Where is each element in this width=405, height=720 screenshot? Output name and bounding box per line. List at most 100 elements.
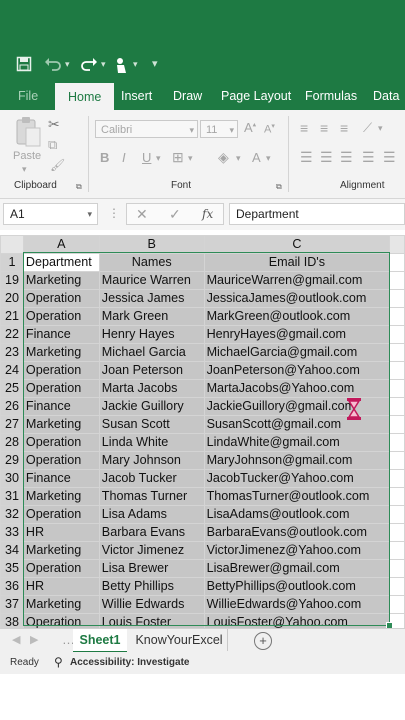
- format-painter-icon[interactable]: 🖌: [50, 158, 65, 172]
- cell-email[interactable]: MaryJohnson@gmail.com: [203, 451, 391, 470]
- cell-department[interactable]: Operation: [22, 361, 100, 380]
- font-color-icon[interactable]: A: [252, 150, 261, 165]
- cell-department[interactable]: Operation: [22, 505, 100, 524]
- cell-department[interactable]: HR: [22, 577, 100, 596]
- empty-cell[interactable]: [389, 487, 405, 506]
- empty-cell[interactable]: [389, 325, 405, 344]
- fill-color-dropdown-icon[interactable]: ▾: [236, 153, 241, 164]
- row-header[interactable]: 36: [0, 577, 24, 596]
- cell-department[interactable]: Marketing: [22, 541, 100, 560]
- cell-email[interactable]: MarkGreen@outlook.com: [203, 307, 391, 326]
- cell-email[interactable]: JoanPeterson@Yahoo.com: [203, 361, 391, 380]
- cell-name[interactable]: Jackie Guillory: [98, 397, 205, 416]
- row-header[interactable]: 30: [0, 469, 24, 488]
- cell-department[interactable]: Operation: [22, 289, 100, 308]
- cell-email[interactable]: MichaelGarcia@gmail.com: [203, 343, 391, 362]
- empty-cell[interactable]: [389, 253, 405, 272]
- cell-department[interactable]: Finance: [22, 325, 100, 344]
- cell-email[interactable]: JessicaJames@outlook.com: [203, 289, 391, 308]
- tab-draw[interactable]: Draw: [173, 82, 202, 110]
- empty-cell[interactable]: [389, 415, 405, 434]
- font-launcher-icon[interactable]: ⧉: [276, 182, 282, 192]
- empty-cell[interactable]: [389, 307, 405, 326]
- cell-email[interactable]: BarbaraEvans@outlook.com: [203, 523, 391, 542]
- row-header[interactable]: 22: [0, 325, 24, 344]
- cell-department[interactable]: HR: [22, 523, 100, 542]
- cell-department[interactable]: Operation: [22, 433, 100, 452]
- cell-email[interactable]: HenryHayes@gmail.com: [203, 325, 391, 344]
- cell-email[interactable]: VictorJimenez@Yahoo.com: [203, 541, 391, 560]
- touch-dropdown-icon[interactable]: ▾: [133, 59, 138, 70]
- select-all-corner[interactable]: [0, 235, 24, 254]
- decrease-font-size-icon[interactable]: A▾: [264, 122, 275, 136]
- cut-icon[interactable]: ✂: [48, 116, 60, 133]
- row-header[interactable]: 28: [0, 433, 24, 452]
- next-sheet-icon[interactable]: ▶: [30, 633, 38, 646]
- cell-name[interactable]: Henry Hayes: [98, 325, 205, 344]
- accessibility-status[interactable]: Accessibility: Investigate: [70, 657, 190, 668]
- empty-cell[interactable]: [389, 595, 405, 614]
- row-header[interactable]: 21: [0, 307, 24, 326]
- cell-department[interactable]: Finance: [22, 397, 100, 416]
- cell-department[interactable]: Operation: [22, 451, 100, 470]
- customize-icon[interactable]: ▾: [152, 57, 158, 70]
- header-cell-email[interactable]: Email ID's: [203, 253, 391, 272]
- header-cell-department[interactable]: Department: [22, 253, 100, 272]
- row-header[interactable]: 19: [0, 271, 24, 290]
- cell-name[interactable]: Jessica James: [98, 289, 205, 308]
- cell-email[interactable]: MartaJacobs@Yahoo.com: [203, 379, 391, 398]
- column-header-a[interactable]: A: [22, 235, 100, 254]
- enter-icon[interactable]: ✓: [169, 204, 181, 224]
- cancel-icon[interactable]: ✕: [136, 204, 148, 224]
- cell-email[interactable]: LindaWhite@gmail.com: [203, 433, 391, 452]
- cell-department[interactable]: Marketing: [22, 343, 100, 362]
- cell-name[interactable]: Barbara Evans: [98, 523, 205, 542]
- row-header[interactable]: 20: [0, 289, 24, 308]
- empty-cell[interactable]: [389, 523, 405, 542]
- align-middle-icon[interactable]: ≡: [320, 120, 328, 136]
- cell-department[interactable]: Finance: [22, 469, 100, 488]
- row-header[interactable]: 26: [0, 397, 24, 416]
- paste-icon[interactable]: [14, 116, 42, 151]
- header-cell-names[interactable]: Names: [98, 253, 205, 272]
- cell-department[interactable]: Marketing: [22, 487, 100, 506]
- redo-dropdown-icon[interactable]: ▾: [101, 59, 106, 70]
- cell-name[interactable]: Victor Jimenez: [98, 541, 205, 560]
- cell-name[interactable]: Betty Phillips: [98, 577, 205, 596]
- save-icon[interactable]: [16, 56, 32, 78]
- row-header[interactable]: 23: [0, 343, 24, 362]
- underline-button[interactable]: U: [142, 150, 151, 165]
- empty-cell[interactable]: [389, 469, 405, 488]
- add-sheet-button[interactable]: +: [254, 632, 272, 650]
- align-center-icon[interactable]: ☰: [320, 149, 333, 166]
- cell-name[interactable]: Linda White: [98, 433, 205, 452]
- sheet-tab-knowyourexcel[interactable]: KnowYourExcel: [131, 629, 228, 651]
- tab-home[interactable]: Home: [55, 83, 115, 110]
- align-bottom-icon[interactable]: ≡: [340, 120, 348, 136]
- decrease-indent-icon[interactable]: ☰: [362, 149, 375, 166]
- cell-department[interactable]: Operation: [22, 379, 100, 398]
- font-color-dropdown-icon[interactable]: ▾: [266, 153, 271, 164]
- undo-dropdown-icon[interactable]: ▾: [65, 59, 70, 70]
- cell-email[interactable]: JacobTucker@Yahoo.com: [203, 469, 391, 488]
- row-header[interactable]: 27: [0, 415, 24, 434]
- align-left-icon[interactable]: ☰: [300, 149, 313, 166]
- cell-department[interactable]: Marketing: [22, 595, 100, 614]
- undo-icon[interactable]: [44, 56, 62, 78]
- touch-mode-icon[interactable]: [114, 56, 130, 80]
- paste-label[interactable]: Paste: [13, 150, 41, 162]
- align-top-icon[interactable]: ≡: [300, 120, 308, 136]
- empty-cell[interactable]: [389, 541, 405, 560]
- borders-dropdown-icon[interactable]: ▾: [188, 153, 193, 164]
- column-header-b[interactable]: B: [98, 235, 205, 254]
- cell-email[interactable]: WillieEdwards@Yahoo.com: [203, 595, 391, 614]
- cell-email[interactable]: BettyPhillips@outlook.com: [203, 577, 391, 596]
- cell-email[interactable]: MauriceWarren@gmail.com: [203, 271, 391, 290]
- cell-name[interactable]: Thomas Turner: [98, 487, 205, 506]
- empty-cell[interactable]: [389, 271, 405, 290]
- increase-indent-icon[interactable]: ☰: [383, 149, 396, 166]
- font-size-box[interactable]: 11 ▾: [200, 120, 238, 138]
- cell-email[interactable]: LisaBrewer@gmail.com: [203, 559, 391, 578]
- column-header-c[interactable]: C: [203, 235, 391, 254]
- orientation-icon[interactable]: ⟋: [363, 120, 372, 136]
